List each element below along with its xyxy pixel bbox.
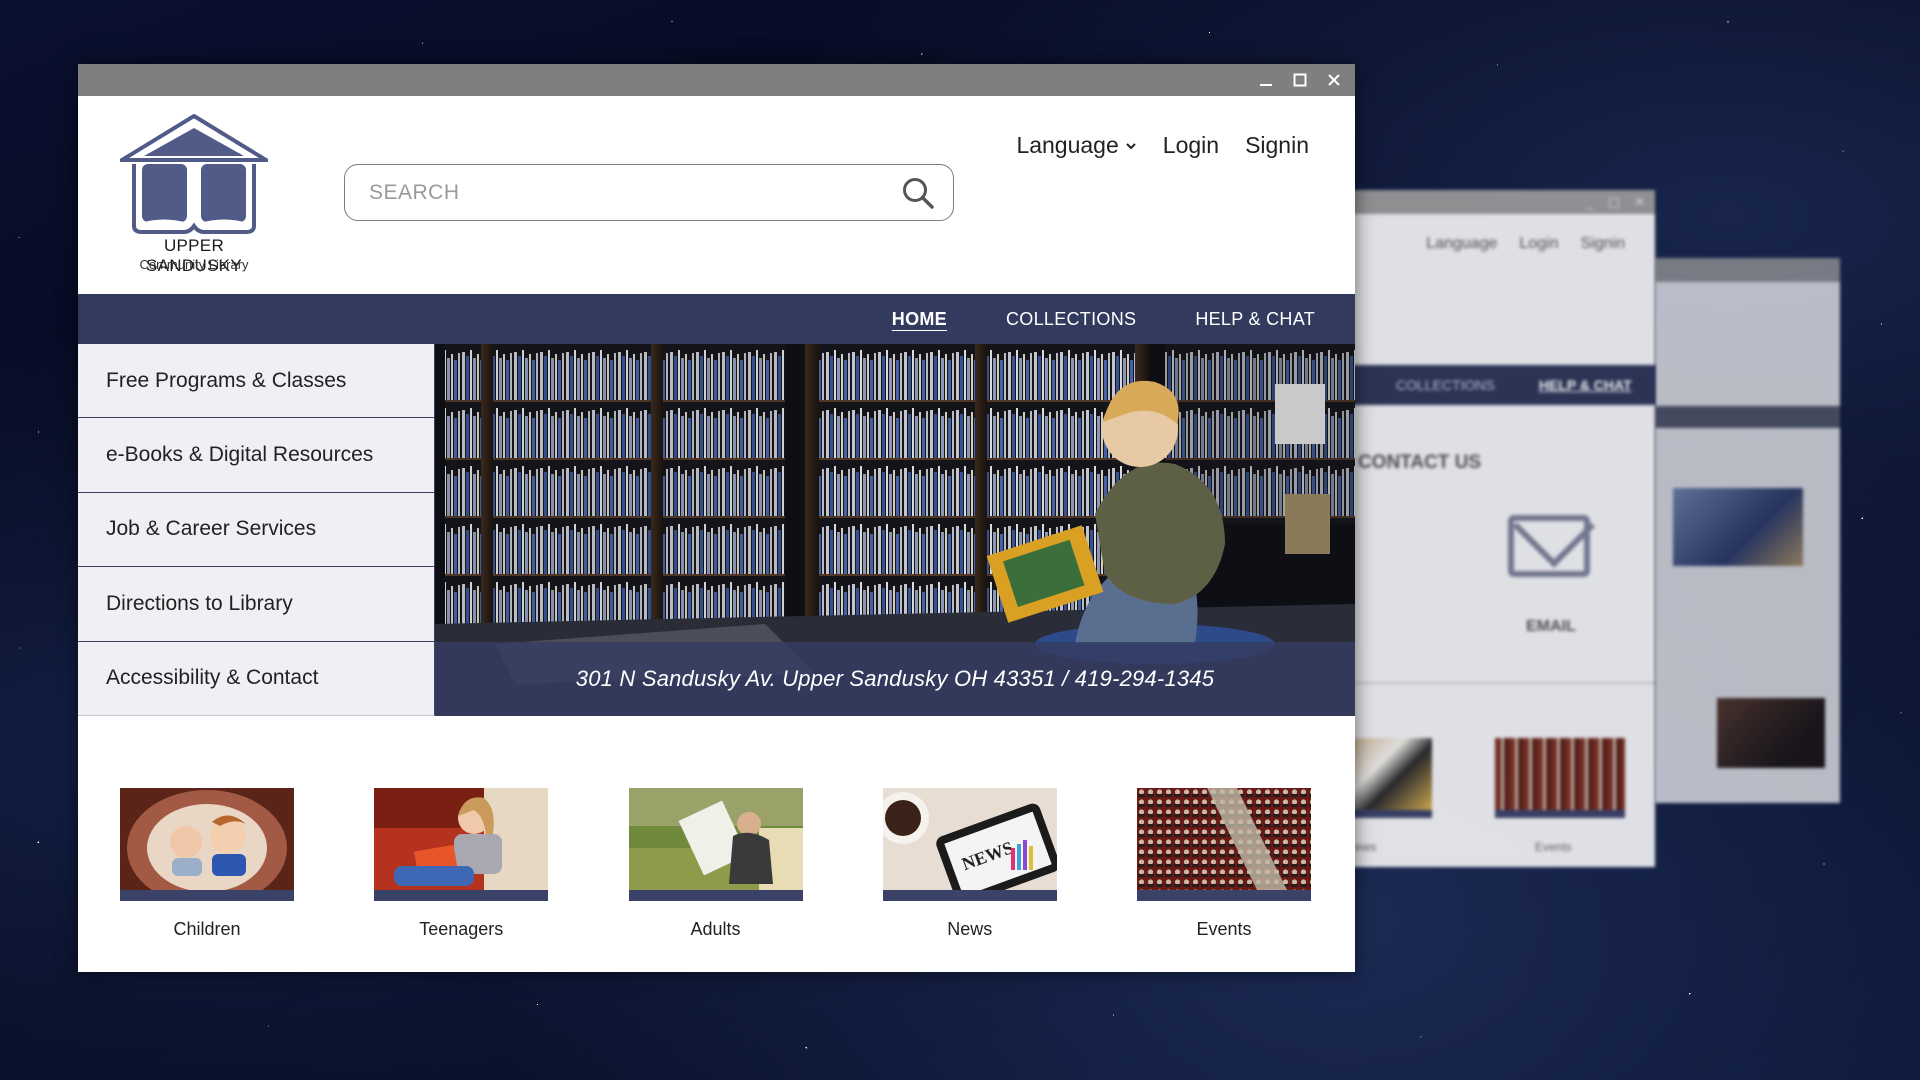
hero-banner: 301 N Sandusky Av. Upper Sandusky OH 433… — [435, 344, 1355, 716]
tile-teenagers[interactable]: Teenagers — [374, 788, 549, 940]
search-icon[interactable] — [901, 176, 935, 210]
search-bar — [344, 164, 954, 221]
background-signin-link: Signin — [1580, 235, 1625, 252]
background-nav-collections: COLLECTIONS — [1396, 377, 1495, 393]
tile-news-label: News — [947, 919, 993, 939]
close-icon: ✕ — [1634, 194, 1645, 209]
background-window-image — [1717, 698, 1825, 768]
hero-section: Free Programs & Classes e-Books & Digita… — [78, 344, 1355, 716]
side-menu-item-career[interactable]: Job & Career Services — [78, 492, 435, 568]
tile-children[interactable]: Children — [120, 788, 294, 940]
tile-bar — [120, 890, 294, 901]
side-menu-item-programs[interactable]: Free Programs & Classes — [78, 344, 435, 419]
background-window-titlebar — [1655, 258, 1840, 282]
tile-children-label: Children — [173, 919, 241, 939]
background-contact-heading: E CONTACT US — [1340, 452, 1482, 473]
address-caption: 301 N Sandusky Av. Upper Sandusky OH 433… — [435, 642, 1355, 716]
background-language-link: Language — [1426, 235, 1498, 252]
background-divider — [1340, 682, 1655, 684]
background-window-contact: _ ▢ ✕ Language Login Signin COLLECTIONS … — [1340, 190, 1655, 867]
signin-link[interactable]: Signin — [1245, 132, 1309, 159]
tile-bar — [882, 890, 1057, 901]
background-news-caption: ews — [1355, 840, 1377, 854]
background-nav-help-chat: HELP & CHAT — [1538, 377, 1632, 393]
chevron-down-icon — [1126, 142, 1136, 149]
background-top-links: Language Login Signin — [1426, 235, 1625, 253]
login-link[interactable]: Login — [1163, 132, 1219, 159]
background-window-image — [1673, 488, 1803, 566]
side-menu-item-directions[interactable]: Directions to Library — [78, 567, 435, 642]
background-window-navbar — [1655, 406, 1840, 428]
browser-window: UPPER SANDUSKY Community Library Languag… — [78, 64, 1355, 972]
side-menu: Free Programs & Classes e-Books & Digita… — [78, 344, 435, 716]
nav-collections[interactable]: COLLECTIONS — [1006, 309, 1136, 330]
close-icon[interactable] — [1325, 71, 1343, 89]
language-label: Language — [1016, 132, 1119, 158]
site-header: UPPER SANDUSKY Community Library Languag… — [78, 96, 1355, 294]
account-links: Language Login Signin — [1016, 132, 1309, 159]
language-dropdown[interactable]: Language — [1016, 132, 1136, 159]
minimize-icon: _ — [1586, 194, 1594, 210]
tile-events[interactable]: Events — [1137, 788, 1311, 940]
tile-bar — [1137, 890, 1311, 901]
main-navbar: HOME COLLECTIONS HELP & CHAT — [78, 294, 1355, 344]
tile-bar — [374, 890, 549, 901]
teen-reading-photo — [374, 788, 549, 890]
nav-help-chat[interactable]: HELP & CHAT — [1195, 309, 1315, 330]
background-login-link: Login — [1519, 235, 1559, 252]
background-navbar: COLLECTIONS HELP & CHAT — [1340, 365, 1655, 405]
tile-events-label: Events — [1196, 919, 1252, 939]
tile-bar — [628, 890, 803, 901]
tile-teenagers-label: Teenagers — [419, 919, 504, 939]
background-events-image — [1495, 738, 1625, 818]
side-menu-item-ebooks[interactable]: e-Books & Digital Resources — [78, 418, 435, 493]
search-input[interactable] — [345, 180, 901, 205]
background-window-far — [1655, 258, 1840, 803]
envelope-icon — [1508, 515, 1590, 577]
background-events-caption: Events — [1535, 840, 1572, 854]
background-email-label: EMAIL — [1526, 618, 1576, 635]
tablet-news-photo: NEWS — [882, 788, 1057, 890]
children-photo — [120, 788, 294, 890]
adult-reading-newspaper-photo — [628, 788, 803, 890]
logo-subtitle: Community Library — [139, 257, 249, 272]
auditorium-event-photo — [1137, 788, 1311, 890]
library-book-house-icon — [120, 114, 268, 234]
side-menu-item-accessibility[interactable]: Accessibility & Contact — [78, 641, 435, 716]
maximize-icon: ▢ — [1607, 194, 1621, 209]
background-window-titlebar: _ ▢ ✕ — [1340, 190, 1655, 214]
tile-adults[interactable]: Adults — [628, 788, 803, 940]
tile-news[interactable]: NEWS News — [882, 788, 1057, 940]
window-titlebar — [78, 64, 1355, 96]
minimize-icon[interactable] — [1257, 71, 1275, 89]
library-logo[interactable]: UPPER SANDUSKY Community Library — [116, 114, 276, 284]
audience-tiles: Children Teenagers Adults NEWS News Even… — [78, 716, 1355, 940]
nav-home[interactable]: HOME — [892, 309, 947, 330]
tile-adults-label: Adults — [690, 919, 741, 939]
maximize-icon[interactable] — [1291, 71, 1309, 89]
